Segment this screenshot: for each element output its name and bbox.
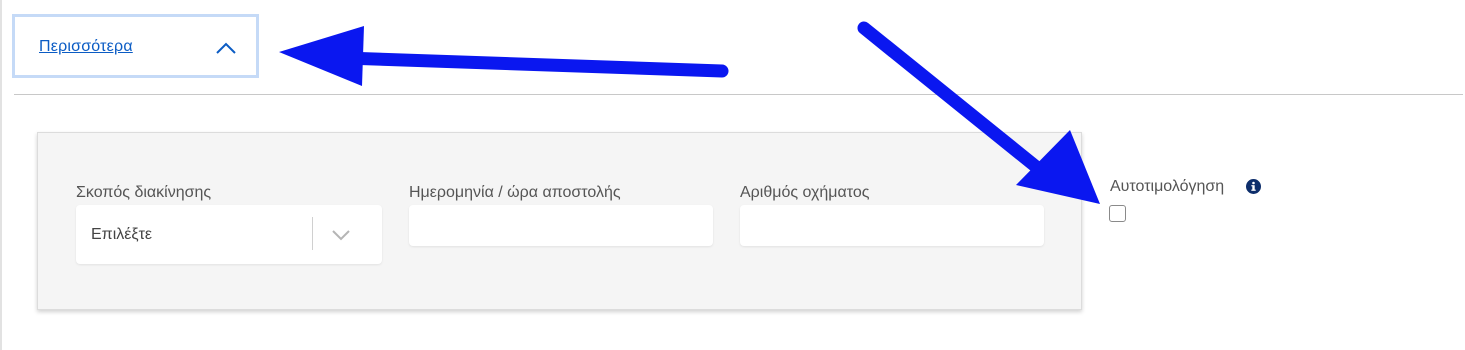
arrow-pointing-to-more-toggle [279,26,729,86]
more-toggle-label[interactable]: Περισσότερα [39,38,133,56]
self-pricing-label: Αυτοτιμολόγηση [1110,178,1225,195]
page: Περισσότερα Σκοπός διακίνησης Επιλέξτε Η… [0,0,1465,350]
more-toggle-button[interactable]: Περισσότερα [12,14,259,78]
select-separator [312,217,313,250]
chevron-down-icon[interactable] [331,229,351,241]
info-icon[interactable] [1246,179,1261,194]
chevron-up-icon[interactable] [215,40,237,56]
left-border [0,0,2,350]
vehicle-number-label: Αριθμός οχήματος [740,184,870,201]
shipment-details-panel: Σκοπός διακίνησης Επιλέξτε Ημερομηνία / … [37,132,1082,310]
dispatch-datetime-input[interactable] [409,205,713,246]
purpose-label: Σκοπός διακίνησης [76,184,212,201]
vehicle-number-input[interactable] [740,205,1044,246]
section-divider [14,94,1463,95]
purpose-select[interactable]: Επιλέξτε [76,205,382,264]
purpose-select-value: Επιλέξτε [91,226,153,243]
dispatch-datetime-label: Ημερομηνία / ώρα αποστολής [409,184,621,201]
self-pricing-checkbox[interactable] [1109,205,1126,222]
